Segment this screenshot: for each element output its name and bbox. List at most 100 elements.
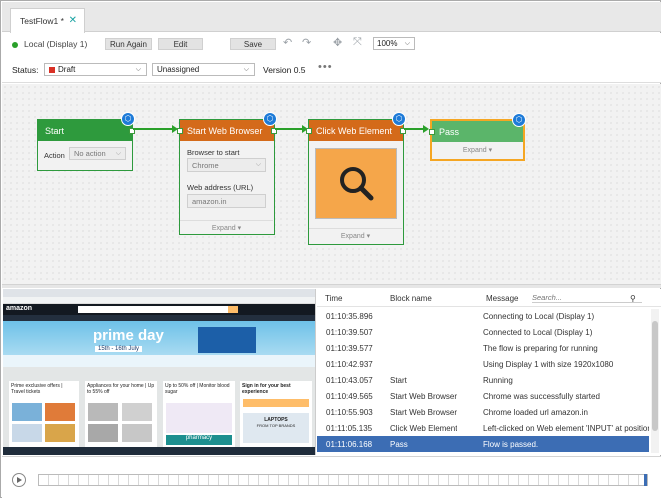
draft-status-icon <box>49 66 55 73</box>
log-scrollbar[interactable] <box>651 309 659 453</box>
card-image <box>12 403 42 421</box>
log-cell-block: Pass <box>390 440 408 449</box>
log-row[interactable]: 01:10:49.565 Start Web Browser Chrome was … <box>317 388 649 404</box>
site-search-button <box>228 306 238 313</box>
expand-toggle[interactable]: Expand ▾ <box>432 146 523 154</box>
action-select[interactable]: No action ⌵ <box>69 147 126 160</box>
browser-label: Browser to start <box>187 148 240 157</box>
log-row[interactable]: 01:11:06.168 Pass Flow is passed. <box>317 436 649 452</box>
scrollbar-thumb[interactable] <box>652 321 658 431</box>
node-settings-icon[interactable]: ⬡ <box>512 113 526 127</box>
run-again-button[interactable]: Run Again <box>105 38 152 50</box>
site-search-box <box>78 306 228 313</box>
element-thumbnail <box>315 148 397 219</box>
node-settings-icon[interactable]: ⬡ <box>121 112 135 126</box>
input-port[interactable] <box>177 128 183 134</box>
edit-button[interactable]: Edit <box>158 38 203 50</box>
card-image <box>12 424 42 442</box>
expand-toggle[interactable]: Expand ▾ <box>180 220 273 232</box>
log-header: Time Block name Message ⚲ <box>317 289 661 307</box>
log-row[interactable]: 01:10:35.896 Connecting to Local (Display… <box>317 308 649 324</box>
expand-toggle[interactable]: Expand ▾ <box>309 228 402 240</box>
status-value: Draft <box>58 65 76 74</box>
browser-select[interactable]: Chrome ⌵ <box>187 158 266 172</box>
move-icon[interactable]: ✥ <box>333 36 342 49</box>
connection-status-icon <box>12 42 18 48</box>
log-cell-time: 01:10:35.896 <box>326 312 373 321</box>
log-row[interactable]: 01:10:39.577 The flow is preparing for ru… <box>317 340 649 356</box>
chevron-down-icon: ▾ <box>237 225 242 232</box>
panel-splitter[interactable] <box>2 284 661 288</box>
input-port[interactable] <box>429 129 435 135</box>
log-cell-block: Start Web Browser <box>390 408 457 417</box>
banner-snow <box>3 355 315 367</box>
node-click-header: Click Web Element <box>309 120 403 141</box>
assignee-select[interactable]: Unassigned ⌵ <box>152 63 255 76</box>
column-header-block[interactable]: Block name <box>390 294 432 303</box>
node-pass-header: Pass <box>432 121 523 142</box>
log-cell-block: Start Web Browser <box>390 392 457 401</box>
node-click-web-element[interactable]: Click Web Element ⬡ Expand ▾ <box>306 112 406 245</box>
address-field[interactable]: amazon.in <box>187 194 266 208</box>
log-row[interactable]: 01:11:05.135 Click Web Element Left-clicke… <box>317 420 649 436</box>
search-icon <box>340 167 374 201</box>
expand-label: Expand <box>340 233 365 240</box>
browser-tabstrip <box>3 289 315 297</box>
log-row[interactable]: 01:10:39.507 Connected to Local (Display … <box>317 324 649 340</box>
input-port[interactable] <box>306 128 312 134</box>
browser-value: Chrome <box>192 160 219 170</box>
banner-offer-box <box>198 327 256 353</box>
node-browser-header: Start Web Browser <box>180 120 274 141</box>
node-start-web-browser[interactable]: Start Web Browser ⬡ Browser to start Chr… <box>177 112 277 235</box>
windows-taskbar <box>3 447 315 455</box>
card-title: Sign in for your best experience <box>242 383 291 395</box>
log-row[interactable]: 01:10:55.903 Start Web Browser Chrome load… <box>317 404 649 420</box>
more-options-icon[interactable]: ••• <box>318 61 333 73</box>
save-button[interactable]: Save <box>230 38 276 50</box>
node-title: Start <box>45 125 65 136</box>
column-header-message[interactable]: Message <box>486 294 518 303</box>
chevron-down-icon: ▾ <box>488 147 493 154</box>
log-cell-message: The flow is preparing for running <box>483 344 598 353</box>
card-image <box>122 403 152 421</box>
card-image: LAPTOPS FROM TOP BRANDS <box>243 413 309 443</box>
chevron-down-icon: ⌵ <box>135 66 141 73</box>
timeline-track[interactable] <box>38 474 648 486</box>
node-start-header: Start <box>38 120 132 141</box>
version-label: Version 0.5 <box>263 65 306 75</box>
close-icon[interactable]: ✕ <box>69 15 77 26</box>
banner-dates: 15th - 16th July <box>95 346 143 352</box>
play-icon[interactable] <box>12 473 26 487</box>
fit-icon[interactable]: ⤧ <box>353 36 362 49</box>
tab-testflow1[interactable]: TestFlow1 * ✕ <box>10 8 85 33</box>
status-row: Status: Draft ⌵ Unassigned ⌵ Version 0.5… <box>2 57 661 83</box>
status-select[interactable]: Draft ⌵ <box>44 63 147 76</box>
action-value: No action <box>74 149 106 158</box>
prime-banner: prime day 15th - 16th July <box>3 321 315 367</box>
expand-label: Expand <box>211 225 236 232</box>
column-header-time[interactable]: Time <box>325 294 342 303</box>
zoom-select[interactable]: 100% ⌵ <box>373 37 415 50</box>
redo-icon[interactable]: ↷ <box>302 36 311 49</box>
log-search-input[interactable] <box>532 293 642 303</box>
log-cell-message: Running <box>483 376 513 385</box>
pharmacy-label: pharmacy <box>166 435 232 445</box>
log-row[interactable]: 01:10:42.937 Using Display 1 with size 19… <box>317 356 649 372</box>
timeline-marker[interactable] <box>644 474 647 486</box>
timeline <box>2 456 661 498</box>
zoom-value: 100% <box>377 39 398 48</box>
node-title: Pass <box>439 126 460 137</box>
node-pass[interactable]: Pass ⬡ Expand ▾ <box>429 113 526 161</box>
connector-line <box>275 128 303 130</box>
browser-addressbar <box>3 297 315 304</box>
node-settings-icon[interactable]: ⬡ <box>263 112 277 126</box>
node-settings-icon[interactable]: ⬡ <box>392 112 406 126</box>
flow-canvas[interactable]: Start ⬡ Action No action ⌵ Start Web Bro… <box>2 84 661 284</box>
card-title: Appliances for your home | Up to 55% off <box>87 383 155 395</box>
site-logo: amazon <box>6 305 33 312</box>
card: Appliances for your home | Up to 55% off <box>85 381 157 447</box>
undo-icon[interactable]: ↶ <box>283 36 292 49</box>
log-row[interactable]: 01:10:43.057 Start Running <box>317 372 649 388</box>
search-icon[interactable]: ⚲ <box>630 294 636 303</box>
node-start[interactable]: Start ⬡ Action No action ⌵ <box>37 112 135 171</box>
